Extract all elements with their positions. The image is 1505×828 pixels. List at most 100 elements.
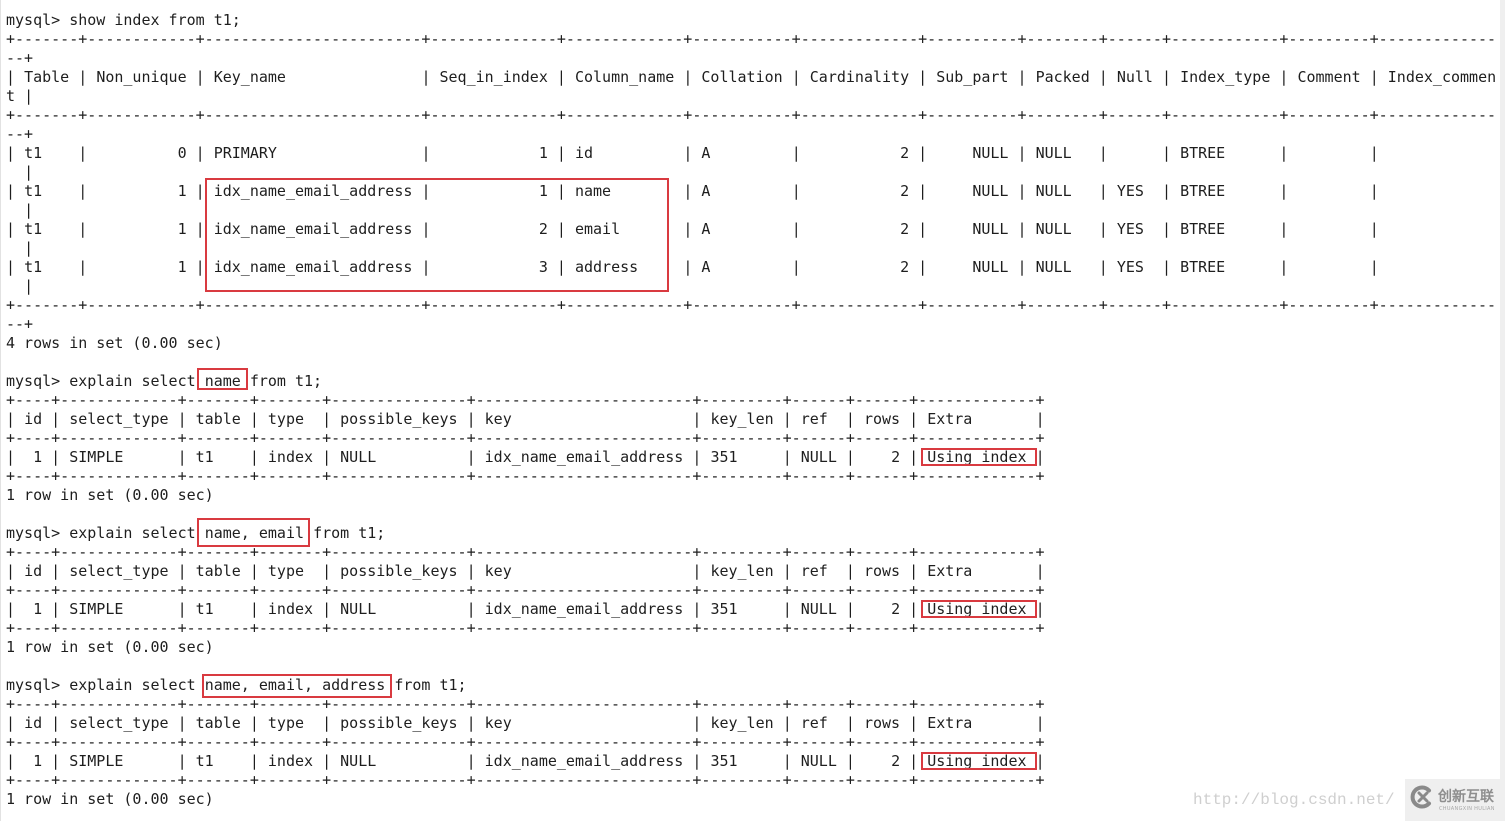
column-header-id: id [24, 562, 43, 580]
column-header-cell: rows [855, 410, 909, 428]
cell-value: index [267, 448, 314, 466]
table-cell: 2 [855, 600, 909, 618]
table-cell: idx_name_email_address [476, 752, 693, 770]
column-header-cell: key [476, 410, 693, 428]
cell-value: email [574, 220, 621, 238]
table-cell: SIMPLE [60, 600, 177, 618]
cell-value: A [701, 258, 711, 276]
cell-value: 1 [538, 182, 548, 200]
cell-value: t1 [195, 600, 214, 618]
table-cell: 351 [701, 752, 782, 770]
table-cell: Using index [918, 752, 1035, 770]
command-suffix: from t1; [313, 524, 386, 542]
cell-value: idx_name_email_address [484, 448, 684, 466]
column-header-cell: Non_unique [87, 68, 195, 86]
cell-value: 2 [891, 448, 901, 466]
cell-value: index [267, 600, 314, 618]
column-header-possible-keys: possible_keys [340, 562, 458, 580]
cell-value: idx_name_email_address [484, 752, 684, 770]
highlighted-selected-columns: name [204, 372, 241, 390]
table-cell: t1 [187, 600, 250, 618]
watermark-url: http://blog.csdn.net/ [1193, 791, 1395, 809]
cell-value: PRIMARY [213, 144, 277, 162]
table-cell: idx_name_email_address [476, 448, 693, 466]
column-header-sub-part: Sub_part [936, 68, 1009, 86]
table-cell: address [566, 258, 683, 276]
command-line: mysql> explain select name, email from t… [6, 524, 1499, 543]
table-border: +----+-------------+-------+-------+----… [6, 695, 1045, 713]
cell-value: t1 [24, 258, 43, 276]
cell-value: BTREE [1180, 182, 1226, 200]
table-cell: A [692, 220, 791, 238]
column-header-cell: Packed [1027, 68, 1099, 86]
table-row: | t1 | 1 | idx_name_email_address | 2 | … [6, 220, 1499, 258]
table-cell: 2 [801, 258, 918, 276]
table-border: +----+-------------+-------+-------+----… [6, 733, 1045, 751]
table-cell: 3 [430, 258, 556, 276]
column-header-extra: Extra [927, 410, 973, 428]
command-prefix: explain select [69, 524, 196, 542]
table-cell: 2 [801, 182, 918, 200]
cell-value: NULL [972, 258, 1009, 276]
highlighted-extra-value: Using index [927, 600, 1027, 618]
table-cell: A [692, 182, 791, 200]
column-header-rows: rows [863, 714, 901, 732]
column-header-cell: possible_keys [331, 562, 466, 580]
mysql-terminal[interactable]: mysql> show index from t1; +-------+-----… [6, 11, 1499, 828]
column-header-ref: ref [800, 562, 828, 580]
column-header-cell: table [187, 410, 250, 428]
cell-value: NULL [800, 752, 837, 770]
cell-value: 1 [177, 220, 187, 238]
result-footer: 1 row in set (0.00 sec) [6, 486, 214, 504]
column-header-ref: ref [800, 410, 828, 428]
table-cell: NULL [792, 752, 846, 770]
column-header-rows: rows [863, 410, 901, 428]
cell-value: 2 [891, 600, 901, 618]
column-header-id: id [24, 714, 43, 732]
table-cell: 351 [701, 448, 782, 466]
cell-value: 1 [33, 448, 43, 466]
circle-x-icon [1410, 785, 1434, 809]
cell-value: name [574, 182, 612, 200]
table-header-row: | id | select_type | table | type | poss… [6, 410, 1045, 428]
table-header-row: | Table | Non_unique | Key_name | Seq_in… [6, 68, 1497, 105]
result-footer: 1 row in set (0.00 sec) [6, 638, 214, 656]
cell-value: BTREE [1180, 144, 1226, 162]
cell-value: idx_name_email_address [213, 182, 413, 200]
table-cell: idx_name_email_address [205, 220, 422, 238]
table-cell: 2 [855, 752, 909, 770]
table-cell: 1 [87, 220, 195, 238]
column-header-table: Table [24, 68, 70, 86]
table-cell: SIMPLE [60, 448, 177, 466]
cell-value: 2 [900, 182, 910, 200]
column-header-rows: rows [863, 562, 901, 580]
column-header-type: type [267, 410, 305, 428]
column-header-cell: table [187, 562, 250, 580]
table-cell: idx_name_email_address [205, 258, 422, 276]
table-row: | 1 | SIMPLE | t1 | index | NULL | idx_n… [6, 600, 1045, 618]
table-cell: PRIMARY [205, 144, 422, 162]
table-cell: t1 [15, 258, 78, 276]
table-cell: NULL [1027, 258, 1099, 276]
cell-value: YES [1116, 182, 1144, 200]
column-header-key-len: key_len [710, 410, 774, 428]
table-border: +----+-------------+-------+-------+----… [6, 771, 1045, 789]
cell-value: idx_name_email_address [213, 258, 413, 276]
table-border: +-------+------------+------------------… [6, 106, 1497, 143]
table-cell: index [259, 448, 322, 466]
cell-value: 0 [177, 144, 187, 162]
cell-value: 3 [538, 258, 548, 276]
cell-value: A [701, 144, 711, 162]
table-cell: BTREE [1171, 144, 1279, 162]
table-cell: YES [1108, 220, 1162, 238]
column-header-cell: Column_name [566, 68, 683, 86]
table-border: +----+-------------+-------+-------+----… [6, 619, 1045, 637]
table-cell: idx_name_email_address [205, 182, 422, 200]
table-cell: 1 [15, 448, 51, 466]
column-header-cell: Sub_part [927, 68, 1017, 86]
table-row: | 1 | SIMPLE | t1 | index | NULL | idx_n… [6, 752, 1045, 770]
brand-logo: 创新互联 CHUANGXIN HULIAN [1405, 779, 1505, 821]
table-cell: BTREE [1171, 220, 1279, 238]
